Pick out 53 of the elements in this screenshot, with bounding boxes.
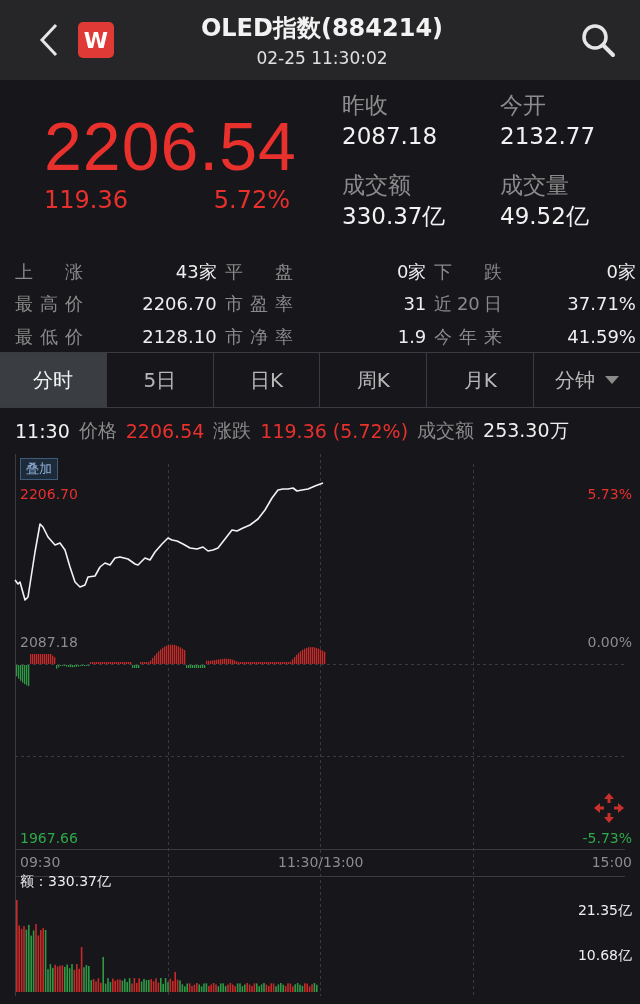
chart-tab[interactable]: 分时 bbox=[0, 353, 107, 407]
price-change: 119.36 bbox=[44, 186, 128, 214]
field-value: 2087.18 bbox=[342, 122, 439, 151]
info-value: 253.30万 bbox=[483, 418, 569, 443]
percent-axis-label: 0.00% bbox=[587, 634, 632, 650]
stat-value: 0家 bbox=[605, 260, 636, 284]
price-axis-label: 2087.18 bbox=[20, 634, 78, 650]
info-value: 2206.54 bbox=[125, 420, 205, 442]
info-label: 涨跌 bbox=[213, 418, 252, 443]
timestamp: 02-25 11:30:02 bbox=[256, 48, 388, 68]
time-axis-label: 09:30 bbox=[20, 854, 61, 870]
stat-label: 近20日 bbox=[434, 292, 503, 317]
current-price: 2206.54 bbox=[44, 110, 298, 182]
field-label: 昨收 bbox=[342, 91, 389, 120]
stat-label: 平 盘 bbox=[224, 260, 293, 284]
percent-axis-label: 5.73% bbox=[587, 486, 632, 502]
field-value: 2132.77 bbox=[500, 122, 597, 151]
stat-value: 2128.10 bbox=[141, 324, 217, 349]
field-value: 49.52亿 bbox=[500, 202, 590, 231]
page-title: OLED指数(884214) bbox=[200, 13, 444, 44]
stat-label: 市净率 bbox=[224, 324, 293, 349]
stat-label: 最高价 bbox=[15, 292, 83, 317]
stat-value: 43家 bbox=[174, 260, 217, 284]
field-label: 成交量 bbox=[500, 171, 570, 200]
info-label: 价格 bbox=[78, 418, 117, 443]
info-label: 成交额 bbox=[417, 418, 475, 443]
volume-total: 额：330.37亿 bbox=[20, 873, 111, 891]
field-label: 成交额 bbox=[342, 171, 412, 200]
percent-change: 5.72% bbox=[213, 186, 290, 214]
price-axis-label: 1967.66 bbox=[20, 830, 78, 846]
time-axis-label: 15:00 bbox=[591, 854, 632, 870]
stat-value: 41.59% bbox=[566, 324, 636, 349]
stat-label: 最低价 bbox=[15, 324, 83, 349]
stat-value: 31 bbox=[402, 292, 427, 317]
field-label: 今开 bbox=[500, 91, 547, 120]
stat-label: 上 涨 bbox=[15, 260, 83, 284]
stat-value: 2206.70 bbox=[141, 292, 217, 317]
stat-value: 0家 bbox=[395, 260, 427, 284]
stat-label: 今年来 bbox=[434, 324, 503, 349]
field-value: 330.37亿 bbox=[342, 202, 447, 231]
percent-axis-label: -5.73% bbox=[582, 830, 632, 846]
stat-label: 市盈率 bbox=[224, 292, 293, 317]
volume-axis-label: 10.68亿 bbox=[577, 947, 632, 965]
stat-label: 下 跌 bbox=[434, 260, 503, 284]
stat-value: 1.9 bbox=[396, 324, 427, 349]
time-label: 11:30 bbox=[15, 420, 70, 442]
time-axis-label: 11:30/13:00 bbox=[278, 854, 364, 870]
volume-axis-label: 21.35亿 bbox=[577, 902, 632, 920]
price-axis-label: 2206.70 bbox=[20, 486, 78, 502]
stat-value: 37.71% bbox=[566, 292, 636, 317]
app-logo-icon[interactable]: W bbox=[78, 22, 114, 58]
overlay-button[interactable]: 叠加 bbox=[20, 458, 58, 480]
info-value: 119.36 (5.72%) bbox=[260, 420, 409, 442]
